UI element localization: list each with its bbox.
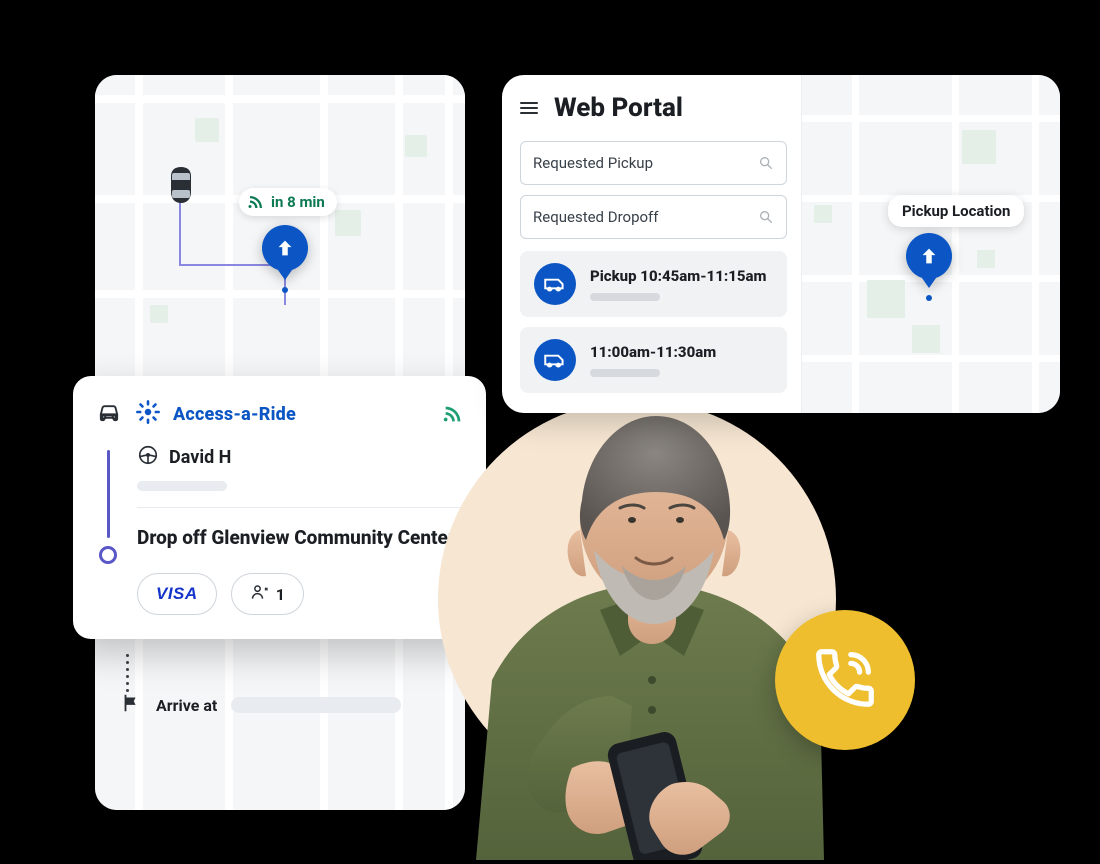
- signal-icon: [247, 193, 265, 211]
- ride-info-card: Access-a-Ride David H: [73, 376, 486, 639]
- vehicle-front-icon: [95, 398, 123, 430]
- map-block: [405, 135, 427, 157]
- map-block: [335, 210, 361, 236]
- search-icon: [758, 155, 774, 171]
- pickup-search-input[interactable]: Requested Pickup: [520, 141, 787, 185]
- visa-logo-icon: VISA: [156, 584, 198, 604]
- live-signal-icon: [442, 403, 464, 425]
- timeline-rail: [95, 444, 121, 615]
- pin-dot-icon: [282, 287, 288, 293]
- vehicle-icon: [163, 165, 199, 213]
- map-block: [195, 118, 219, 142]
- passenger-icon: [250, 582, 270, 606]
- map-block: [867, 280, 905, 318]
- flag-icon: [120, 692, 142, 718]
- map-block: [977, 250, 995, 268]
- search-icon: [758, 209, 774, 225]
- trip-option[interactable]: Pickup 10:45am-11:15am: [520, 251, 787, 317]
- arrive-label: Arrive at: [156, 696, 217, 715]
- pin-dot-icon: [926, 295, 932, 301]
- driver-detail-placeholder: [137, 481, 227, 491]
- driver-name: David H: [169, 447, 231, 468]
- arrow-up-icon: [262, 225, 308, 271]
- phone-call-icon: [810, 643, 880, 717]
- service-name: Access-a-Ride: [173, 404, 296, 425]
- portal-map[interactable]: Pickup Location: [802, 75, 1060, 413]
- portal-title: Web Portal: [554, 93, 683, 123]
- dropoff-search-input[interactable]: Requested Dropoff: [520, 195, 787, 239]
- map-block: [962, 130, 996, 164]
- timeline-stop-icon: [99, 546, 117, 564]
- trip-detail-placeholder: [590, 293, 660, 301]
- pickup-pin[interactable]: [906, 233, 952, 279]
- pickup-search-label: Requested Pickup: [533, 154, 653, 172]
- map-block: [150, 305, 168, 323]
- divider: [137, 507, 464, 508]
- eta-text: in 8 min: [271, 193, 325, 211]
- decorative-circle: [438, 400, 836, 798]
- van-icon: [534, 263, 576, 305]
- trip-time-label: 11:00am-11:30am: [590, 343, 716, 361]
- timeline-dots: [126, 654, 129, 692]
- steering-wheel-icon: [137, 444, 159, 471]
- arrow-up-icon: [906, 233, 952, 279]
- menu-icon[interactable]: [520, 102, 538, 114]
- trip-option[interactable]: 11:00am-11:30am: [520, 327, 787, 393]
- eta-badge: in 8 min: [239, 188, 337, 216]
- arrive-row: Arrive at: [120, 692, 480, 718]
- trip-time-label: Pickup 10:45am-11:15am: [590, 267, 766, 285]
- van-icon: [534, 339, 576, 381]
- passenger-count-pill[interactable]: 1: [231, 573, 304, 615]
- arrive-time-placeholder: [231, 697, 401, 713]
- pickup-pin[interactable]: [262, 225, 308, 271]
- pickup-location-badge: Pickup Location: [888, 195, 1024, 227]
- call-button[interactable]: [775, 610, 915, 750]
- service-logo-icon: [135, 399, 161, 429]
- web-portal-card: Web Portal Requested Pickup Requested Dr…: [502, 75, 1060, 413]
- map-block: [814, 205, 832, 223]
- trip-detail-placeholder: [590, 369, 660, 377]
- dropoff-label: Drop off Glenview Community Center: [137, 526, 464, 549]
- dropoff-search-label: Requested Dropoff: [533, 208, 658, 226]
- map-block: [912, 325, 940, 353]
- driver-row[interactable]: David H: [137, 444, 464, 471]
- passenger-count: 1: [276, 585, 285, 604]
- payment-method-pill[interactable]: VISA: [137, 573, 217, 615]
